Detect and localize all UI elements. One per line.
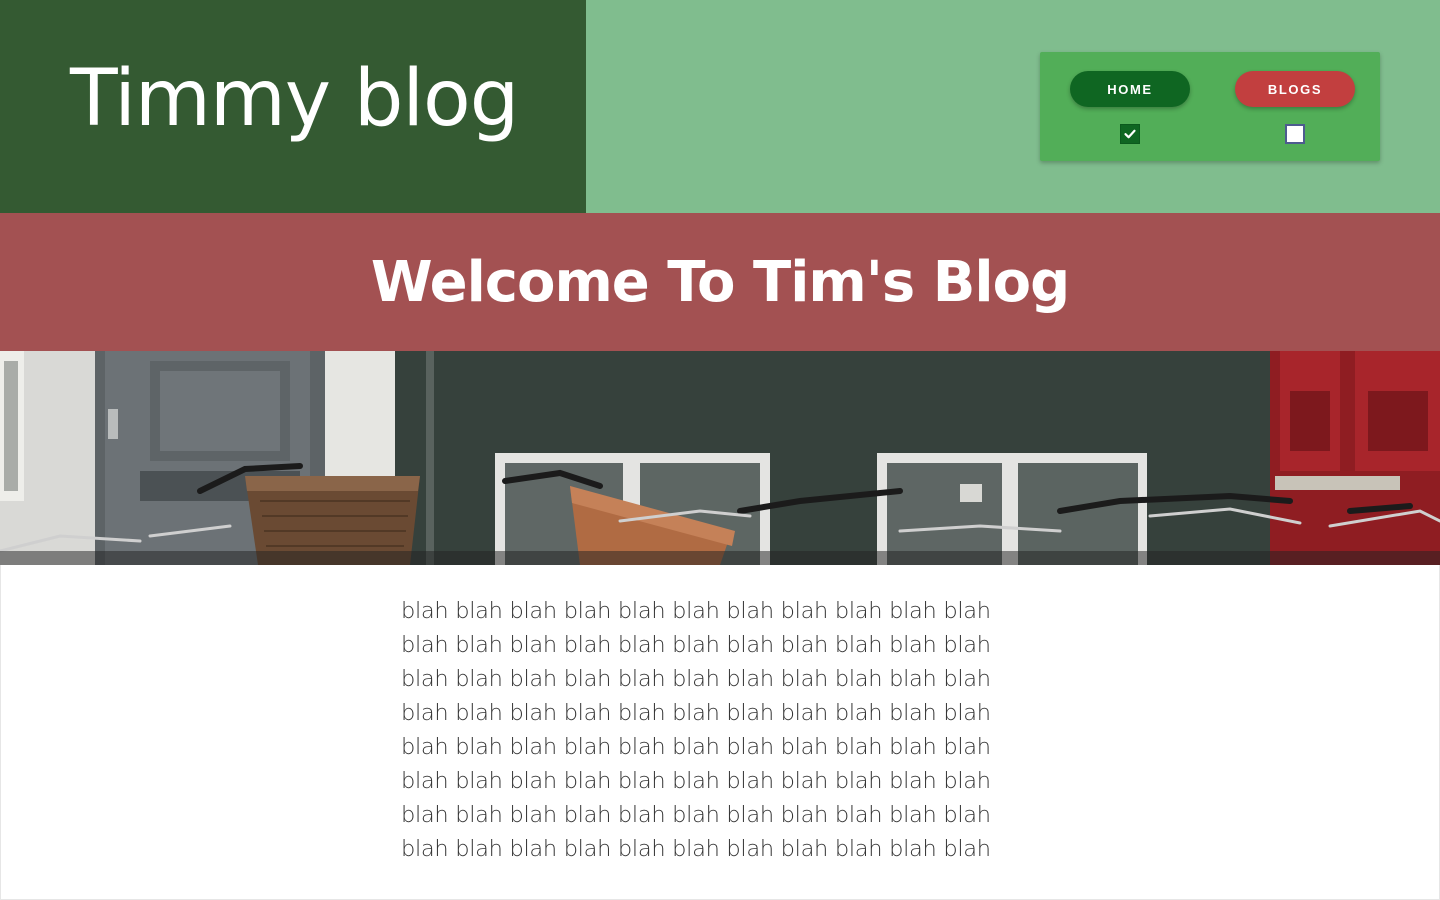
body-line: blah blah blah blah blah blah blah blah … bbox=[401, 598, 991, 624]
site-header: Timmy blog HOME BLOGS bbox=[0, 0, 1440, 213]
bicycles-street-photo bbox=[0, 351, 1440, 565]
home-button[interactable]: HOME bbox=[1070, 71, 1190, 107]
nav-card: HOME BLOGS bbox=[1040, 52, 1380, 161]
body-line: blah blah blah blah blah blah blah blah … bbox=[401, 666, 991, 692]
body-line: blah blah blah blah blah blah blah blah … bbox=[401, 632, 991, 658]
nav-home-column: HOME bbox=[1070, 71, 1190, 144]
body-line: blah blah blah blah blah blah blah blah … bbox=[401, 734, 991, 760]
body-line: blah blah blah blah blah blah blah blah … bbox=[401, 768, 991, 794]
nav-blogs-column: BLOGS bbox=[1235, 71, 1355, 144]
header-nav-area: HOME BLOGS bbox=[586, 0, 1440, 213]
body-line: blah blah blah blah blah blah blah blah … bbox=[401, 836, 991, 862]
brand-panel: Timmy blog bbox=[0, 0, 586, 213]
main-content: blah blah blah blah blah blah blah blah … bbox=[0, 565, 1440, 900]
welcome-title: Welcome To Tim's Blog bbox=[370, 249, 1070, 315]
site-title[interactable]: Timmy blog bbox=[70, 60, 519, 138]
blogs-checkbox[interactable] bbox=[1285, 124, 1305, 144]
body-line: blah blah blah blah blah blah blah blah … bbox=[401, 700, 991, 726]
body-line: blah blah blah blah blah blah blah blah … bbox=[401, 802, 991, 828]
checkmark-icon bbox=[1124, 129, 1136, 139]
blogs-button[interactable]: BLOGS bbox=[1235, 71, 1355, 107]
welcome-banner: Welcome To Tim's Blog bbox=[0, 213, 1440, 351]
home-checkbox[interactable] bbox=[1120, 124, 1140, 144]
hero-image bbox=[0, 351, 1440, 565]
body-text: blah blah blah blah blah blah blah blah … bbox=[401, 594, 991, 866]
